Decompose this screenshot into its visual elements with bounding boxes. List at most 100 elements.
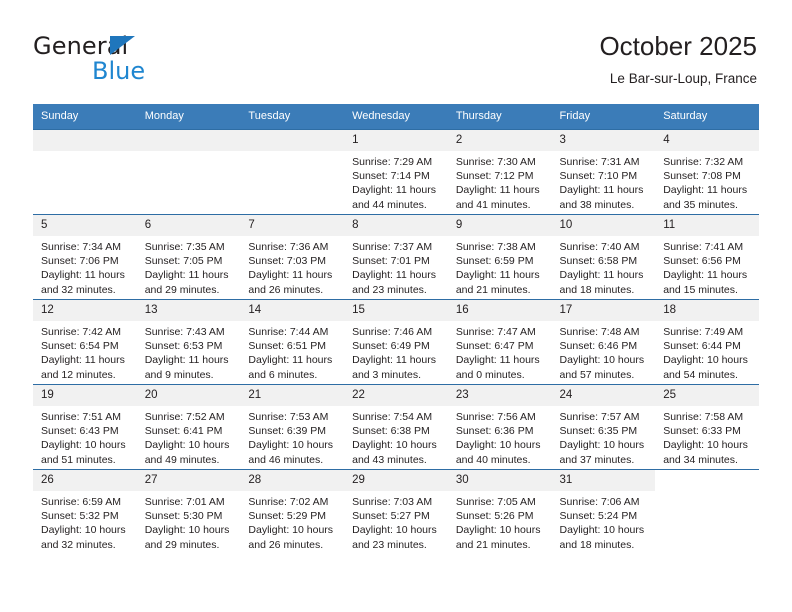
calendar-cell-day[interactable]: 14 Sunrise: 7:44 AM Sunset: 6:51 PM Dayligh… bbox=[240, 299, 345, 385]
calendar-cell-day[interactable]: 28 Sunrise: 7:02 AM Sunset: 5:29 PM Dayligh… bbox=[240, 469, 345, 554]
day-number: 20 bbox=[136, 385, 241, 406]
calendar-grid: Sunday Monday Tuesday Wednesday Thursday… bbox=[33, 104, 759, 554]
day-details: Sunrise: 7:49 AM Sunset: 6:44 PM Daylight:… bbox=[655, 321, 759, 382]
sunset-text: Sunset: 7:06 PM bbox=[41, 255, 119, 268]
calendar-cell-day[interactable]: 22 Sunrise: 7:54 AM Sunset: 6:38 PM Dayligh… bbox=[344, 384, 448, 470]
page-subtitle: Le Bar-sur-Loup, France bbox=[609, 71, 757, 86]
day-details: Sunrise: 7:05 AM Sunset: 5:26 PM Daylight:… bbox=[448, 491, 552, 552]
calendar-cell-day[interactable]: 18 Sunrise: 7:49 AM Sunset: 6:44 PM Dayligh… bbox=[655, 299, 759, 385]
sunrise-text: Sunrise: 7:40 AM bbox=[559, 241, 640, 253]
daylight-text: Daylight: 11 hours and 0 minutes. bbox=[455, 354, 540, 381]
daylight-text: Daylight: 11 hours and 44 minutes. bbox=[352, 184, 436, 211]
day-details: Sunrise: 7:58 AM Sunset: 6:33 PM Daylight:… bbox=[655, 406, 759, 467]
sunrise-text: Sunrise: 7:42 AM bbox=[41, 326, 121, 338]
weekday-header-monday: Monday bbox=[136, 104, 241, 130]
sunset-text: Sunset: 7:12 PM bbox=[455, 170, 534, 183]
daylight-text: Daylight: 11 hours and 38 minutes. bbox=[559, 184, 644, 211]
calendar-cell-day[interactable]: 21 Sunrise: 7:53 AM Sunset: 6:39 PM Dayligh… bbox=[240, 384, 345, 470]
weekday-header-sunday: Sunday bbox=[33, 104, 137, 130]
day-number: 15 bbox=[344, 300, 448, 321]
daylight-text: Daylight: 10 hours and 49 minutes. bbox=[144, 439, 230, 466]
sunset-text: Sunset: 7:10 PM bbox=[559, 170, 638, 183]
sunset-text: Sunset: 6:47 PM bbox=[455, 340, 534, 353]
day-details: Sunrise: 7:41 AM Sunset: 6:56 PM Daylight:… bbox=[655, 236, 759, 297]
day-details: Sunrise: 7:46 AM Sunset: 6:49 PM Daylight:… bbox=[344, 321, 448, 382]
calendar-week-row: 5 Sunrise: 7:34 AM Sunset: 7:06 PM Daylight… bbox=[33, 214, 759, 300]
calendar-page: General Blue October 2025 Le Bar-sur-Lou… bbox=[0, 0, 792, 612]
day-details: Sunrise: 7:03 AM Sunset: 5:27 PM Daylight:… bbox=[344, 491, 448, 552]
day-number: 2 bbox=[447, 130, 552, 151]
calendar-cell-empty bbox=[240, 129, 345, 215]
sunset-text: Sunset: 6:59 PM bbox=[455, 255, 534, 268]
calendar-cell-day[interactable]: 6 Sunrise: 7:35 AM Sunset: 7:05 PM Daylight… bbox=[136, 214, 241, 300]
calendar-cell-day[interactable]: 10 Sunrise: 7:40 AM Sunset: 6:58 PM Dayligh… bbox=[551, 214, 656, 300]
day-details: Sunrise: 7:34 AM Sunset: 7:06 PM Daylight:… bbox=[33, 236, 137, 297]
day-number: 4 bbox=[655, 130, 759, 151]
calendar-week-row: 1 Sunrise: 7:29 AM Sunset: 7:14 PM Daylight… bbox=[33, 129, 759, 215]
sunrise-text: Sunrise: 7:35 AM bbox=[144, 241, 225, 253]
weekday-header-thursday: Thursday bbox=[447, 104, 552, 130]
calendar-cell-day[interactable]: 4 Sunrise: 7:32 AM Sunset: 7:08 PM Daylight… bbox=[655, 129, 759, 215]
calendar-cell-day[interactable]: 9 Sunrise: 7:38 AM Sunset: 6:59 PM Daylight… bbox=[447, 214, 552, 300]
calendar-cell-day[interactable]: 30 Sunrise: 7:05 AM Sunset: 5:26 PM Dayligh… bbox=[447, 469, 552, 554]
sunrise-text: Sunrise: 7:51 AM bbox=[41, 411, 121, 423]
calendar-cell-day[interactable]: 8 Sunrise: 7:37 AM Sunset: 7:01 PM Daylight… bbox=[344, 214, 448, 300]
daylight-text: Daylight: 11 hours and 18 minutes. bbox=[559, 269, 644, 296]
day-number: 6 bbox=[136, 215, 241, 236]
sunset-text: Sunset: 6:54 PM bbox=[41, 340, 119, 353]
calendar-cell-day[interactable]: 12 Sunrise: 7:42 AM Sunset: 6:54 PM Dayligh… bbox=[33, 299, 137, 385]
daylight-text: Daylight: 11 hours and 29 minutes. bbox=[144, 269, 229, 296]
calendar-cell-day[interactable]: 20 Sunrise: 7:52 AM Sunset: 6:41 PM Dayligh… bbox=[136, 384, 241, 470]
calendar-cell-day[interactable]: 13 Sunrise: 7:43 AM Sunset: 6:53 PM Dayligh… bbox=[136, 299, 241, 385]
sunrise-text: Sunrise: 7:43 AM bbox=[144, 326, 225, 338]
calendar-cell-day[interactable]: 24 Sunrise: 7:57 AM Sunset: 6:35 PM Dayligh… bbox=[551, 384, 656, 470]
day-number: 21 bbox=[240, 385, 345, 406]
generalblue-logo[interactable]: General Blue bbox=[33, 33, 263, 89]
sunset-text: Sunset: 5:26 PM bbox=[455, 510, 534, 523]
calendar-cell-day[interactable]: 5 Sunrise: 7:34 AM Sunset: 7:06 PM Daylight… bbox=[33, 214, 137, 300]
calendar-cell-day[interactable]: 11 Sunrise: 7:41 AM Sunset: 6:56 PM Dayligh… bbox=[655, 214, 759, 300]
day-details: Sunrise: 7:43 AM Sunset: 6:53 PM Daylight:… bbox=[137, 321, 241, 382]
sunrise-text: Sunrise: 7:57 AM bbox=[559, 411, 640, 423]
daylight-text: Daylight: 10 hours and 51 minutes. bbox=[41, 439, 126, 466]
daylight-text: Daylight: 11 hours and 35 minutes. bbox=[663, 184, 748, 211]
day-number: 1 bbox=[344, 130, 448, 151]
day-number: 27 bbox=[136, 470, 241, 491]
calendar-cell-day[interactable]: 23 Sunrise: 7:56 AM Sunset: 6:36 PM Dayligh… bbox=[447, 384, 552, 470]
day-number: 29 bbox=[344, 470, 448, 491]
sunset-text: Sunset: 5:30 PM bbox=[144, 510, 223, 523]
day-number: 30 bbox=[447, 470, 552, 491]
sunset-text: Sunset: 6:49 PM bbox=[352, 340, 430, 353]
calendar-cell-empty bbox=[655, 469, 759, 554]
calendar-cell-day[interactable]: 26 Sunrise: 6:59 AM Sunset: 5:32 PM Dayligh… bbox=[33, 469, 137, 554]
day-number bbox=[33, 130, 137, 151]
sunrise-text: Sunrise: 7:29 AM bbox=[352, 156, 433, 168]
calendar-cell-day[interactable]: 15 Sunrise: 7:46 AM Sunset: 6:49 PM Dayligh… bbox=[344, 299, 448, 385]
calendar-cell-day[interactable]: 31 Sunrise: 7:06 AM Sunset: 5:24 PM Dayligh… bbox=[551, 469, 656, 554]
calendar-cell-day[interactable]: 7 Sunrise: 7:36 AM Sunset: 7:03 PM Daylight… bbox=[240, 214, 345, 300]
day-number bbox=[136, 130, 241, 151]
calendar-cell-day[interactable]: 3 Sunrise: 7:31 AM Sunset: 7:10 PM Daylight… bbox=[551, 129, 656, 215]
calendar-cell-day[interactable]: 17 Sunrise: 7:48 AM Sunset: 6:46 PM Dayligh… bbox=[551, 299, 656, 385]
calendar-cell-day[interactable]: 1 Sunrise: 7:29 AM Sunset: 7:14 PM Daylight… bbox=[344, 129, 448, 215]
calendar-cell-day[interactable]: 29 Sunrise: 7:03 AM Sunset: 5:27 PM Dayligh… bbox=[344, 469, 448, 554]
day-number: 23 bbox=[447, 385, 552, 406]
calendar-cell-day[interactable]: 16 Sunrise: 7:47 AM Sunset: 6:47 PM Dayligh… bbox=[447, 299, 552, 385]
sunrise-text: Sunrise: 7:06 AM bbox=[559, 496, 640, 508]
calendar-cell-day[interactable]: 27 Sunrise: 7:01 AM Sunset: 5:30 PM Dayligh… bbox=[136, 469, 241, 554]
calendar-cell-day[interactable]: 25 Sunrise: 7:58 AM Sunset: 6:33 PM Dayligh… bbox=[655, 384, 759, 470]
sunset-text: Sunset: 6:35 PM bbox=[559, 425, 638, 438]
day-number bbox=[655, 470, 759, 491]
day-details: Sunrise: 7:30 AM Sunset: 7:12 PM Daylight:… bbox=[448, 151, 552, 212]
daylight-text: Daylight: 10 hours and 40 minutes. bbox=[455, 439, 541, 466]
calendar-cell-day[interactable]: 19 Sunrise: 7:51 AM Sunset: 6:43 PM Dayligh… bbox=[33, 384, 137, 470]
calendar-cell-day[interactable]: 2 Sunrise: 7:30 AM Sunset: 7:12 PM Daylight… bbox=[447, 129, 552, 215]
day-number: 24 bbox=[551, 385, 656, 406]
title-block: October 2025 Le Bar-sur-Loup, France bbox=[599, 30, 757, 87]
sunset-text: Sunset: 6:38 PM bbox=[352, 425, 430, 438]
daylight-text: Daylight: 10 hours and 46 minutes. bbox=[248, 439, 334, 466]
sunrise-text: Sunrise: 7:31 AM bbox=[559, 156, 640, 168]
day-details: Sunrise: 7:02 AM Sunset: 5:29 PM Daylight:… bbox=[240, 491, 344, 552]
triangle-icon bbox=[110, 36, 135, 55]
sunrise-text: Sunrise: 7:37 AM bbox=[352, 241, 433, 253]
